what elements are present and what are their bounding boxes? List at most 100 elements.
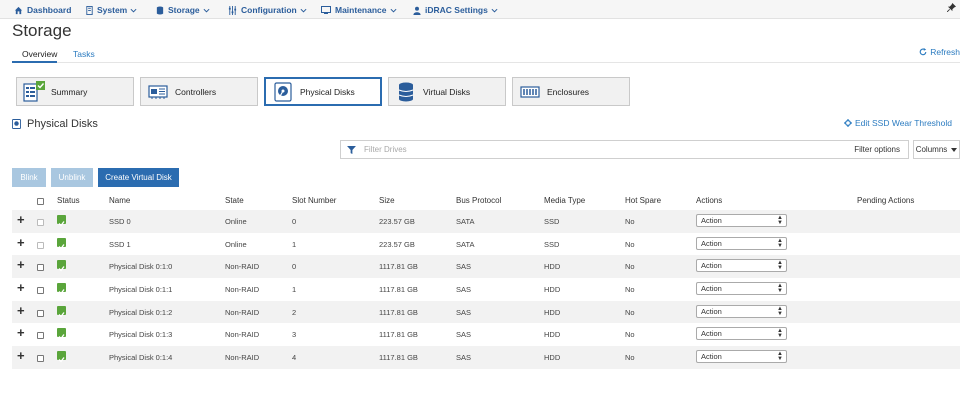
action-select-label: Action: [701, 284, 722, 294]
col-media-type[interactable]: Media Type: [544, 196, 585, 205]
chevron-down-icon: [130, 8, 137, 13]
refresh-link[interactable]: Refresh: [919, 47, 960, 57]
cell-bus: SATA: [456, 217, 475, 226]
cell-media: HDD: [544, 353, 561, 363]
nav-maintenance[interactable]: Maintenance: [321, 3, 401, 17]
filter-options-button[interactable]: Filter options: [854, 145, 900, 154]
nav-idrac-settings[interactable]: iDRAC Settings: [413, 3, 502, 17]
cell-bus: SAS: [456, 307, 472, 317]
controller-card-icon: [147, 81, 169, 103]
cell-media: HDD: [544, 262, 561, 272]
expand-row-icon[interactable]: +: [17, 304, 25, 317]
cell-slot: 1: [292, 239, 297, 249]
enclosure-icon: [519, 81, 541, 103]
action-select[interactable]: Action ▲ ▼: [696, 350, 787, 364]
action-select[interactable]: Action ▲ ▼: [696, 282, 787, 296]
col-hot-spare[interactable]: Hot Spare: [625, 196, 661, 205]
edit-ssd-wear-threshold-link[interactable]: Edit SSD Wear Threshold: [843, 118, 952, 128]
cell-name: Physical Disk 0:1:0: [109, 262, 173, 272]
expand-row-icon[interactable]: +: [17, 349, 25, 362]
blink-button[interactable]: Blink: [12, 168, 46, 187]
col-size[interactable]: Size: [379, 196, 395, 205]
expand-row-icon[interactable]: +: [17, 236, 25, 249]
select-all-checkbox[interactable]: [37, 198, 44, 205]
columns-dropdown[interactable]: Columns: [913, 140, 960, 159]
col-name[interactable]: Name: [109, 196, 130, 205]
cell-bus: SAS: [456, 330, 472, 340]
nav-dashboard-label: Dashboard: [27, 5, 72, 15]
row-checkbox[interactable]: [37, 241, 44, 249]
pin-icon[interactable]: [947, 3, 956, 12]
row-checkbox[interactable]: [37, 287, 44, 295]
action-select[interactable]: Action ▲ ▼: [696, 236, 787, 250]
cell-name: Physical Disk 0:1:1: [109, 285, 173, 295]
col-pending-actions: Pending Actions: [857, 196, 915, 205]
cell-state: Online: [225, 217, 247, 226]
expand-row-icon[interactable]: +: [17, 213, 25, 226]
table-header-row: Status Name State Slot Number Size Bus P…: [12, 191, 960, 210]
cell-media: HDD: [544, 307, 561, 317]
nav-maintenance-label: Maintenance: [335, 5, 387, 15]
nav-system-label: System: [97, 5, 128, 15]
tab-overview[interactable]: Overview: [22, 49, 57, 59]
action-select[interactable]: Action ▲ ▼: [696, 304, 787, 318]
row-checkbox[interactable]: [37, 355, 44, 363]
tile-enclosures-label: Enclosures: [547, 86, 590, 97]
tile-summary[interactable]: Summary: [16, 77, 134, 106]
nav-dashboard[interactable]: Dashboard: [14, 3, 71, 17]
table-row: + Physical Disk 0:1:2 Non-RAID 2 1117.81…: [12, 300, 960, 324]
cell-state: Non-RAID: [225, 262, 260, 272]
refresh-icon: [919, 48, 927, 56]
tab-tasks[interactable]: Tasks: [73, 49, 95, 59]
create-virtual-disk-button[interactable]: Create Virtual Disk: [98, 168, 179, 187]
cell-bus: SAS: [456, 285, 472, 295]
tile-enclosures[interactable]: Enclosures: [512, 77, 630, 106]
nav-configuration[interactable]: Configuration: [228, 3, 311, 17]
nav-storage[interactable]: Storage: [156, 3, 214, 17]
col-bus-protocol[interactable]: Bus Protocol: [456, 196, 501, 205]
action-select[interactable]: Action ▲ ▼: [696, 214, 787, 227]
tile-controllers[interactable]: Controllers: [140, 77, 258, 106]
filter-drives-input[interactable]: Filter Drives Filter options: [340, 140, 909, 159]
table-row: + Physical Disk 0:1:0 Non-RAID 0 1117.81…: [12, 255, 960, 279]
action-select[interactable]: Action ▲ ▼: [696, 259, 787, 273]
table-row: + SSD 0 Online 0 223.57 GB SATA SSD No A…: [12, 210, 960, 233]
row-checkbox[interactable]: [37, 309, 44, 317]
cell-size: 1117.81 GB: [379, 330, 418, 340]
table-row: + Physical Disk 0:1:1 Non-RAID 1 1117.81…: [12, 278, 960, 301]
cell-name: SSD 1: [109, 239, 131, 249]
action-select-label: Action: [701, 329, 722, 339]
database-icon: [156, 5, 164, 15]
cell-bus: SAS: [456, 262, 472, 272]
page-title: Storage: [12, 21, 72, 40]
action-select-label: Action: [701, 261, 722, 271]
tile-virtual-disks[interactable]: Virtual Disks: [388, 77, 506, 106]
cell-slot: 3: [292, 330, 297, 340]
cell-hot-spare: No: [625, 285, 635, 295]
action-select[interactable]: Action ▲ ▼: [696, 327, 787, 341]
tile-physical-disks[interactable]: Physical Disks: [264, 77, 382, 106]
cell-media: HDD: [544, 285, 561, 295]
filter-placeholder: Filter Drives: [364, 145, 407, 154]
expand-row-icon[interactable]: +: [17, 258, 25, 271]
expand-row-icon[interactable]: +: [17, 281, 25, 294]
tile-summary-label: Summary: [51, 86, 88, 97]
virtual-disk-stack-icon: [395, 81, 417, 103]
row-checkbox[interactable]: [37, 332, 44, 340]
expand-row-icon[interactable]: +: [17, 326, 25, 339]
section-title: Physical Disks: [12, 118, 98, 130]
row-checkbox[interactable]: [37, 219, 44, 226]
action-select-label: Action: [701, 238, 722, 248]
cell-bus: SAS: [456, 353, 472, 363]
unblink-button[interactable]: Unblink: [51, 168, 93, 187]
col-status[interactable]: Status: [57, 196, 80, 205]
row-checkbox[interactable]: [37, 264, 44, 272]
cell-media: SSD: [544, 239, 560, 249]
col-slot-number[interactable]: Slot Number: [292, 196, 336, 205]
status-ok-icon: [57, 260, 66, 272]
caret-down-icon: [951, 147, 958, 152]
updown-arrows-icon: ▲ ▼: [777, 283, 783, 295]
col-state[interactable]: State: [225, 196, 244, 205]
columns-label: Columns: [915, 145, 948, 154]
nav-system[interactable]: System: [86, 3, 141, 17]
